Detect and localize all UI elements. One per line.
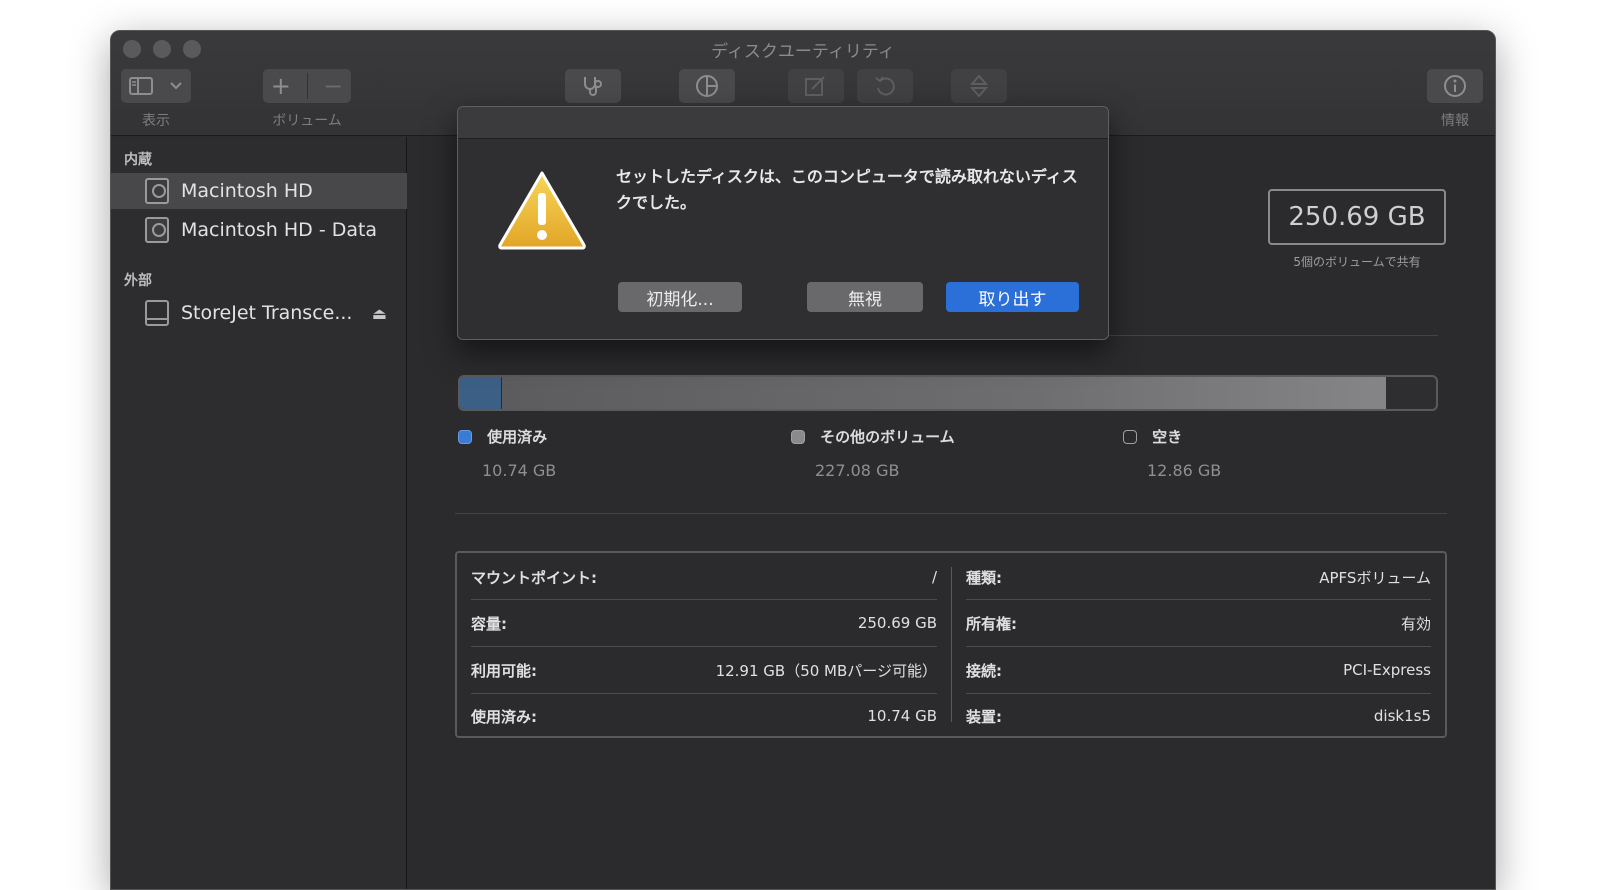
volume-segmented-control: + −	[263, 69, 351, 103]
sidebar-icon	[129, 77, 153, 95]
info-row-device: 装置: disk1s5	[966, 693, 1431, 739]
info-icon	[1444, 75, 1466, 97]
info-value: 有効	[1400, 614, 1431, 633]
legend-free-value: 12.86 GB	[1147, 461, 1222, 480]
usage-bar-other	[501, 377, 1387, 409]
info-row-used: 使用済み: 10.74 GB	[471, 693, 937, 739]
chevron-down-icon	[170, 82, 182, 90]
initialize-button[interactable]: 初期化...	[618, 282, 742, 312]
legend-other: その他のボリューム 227.08 GB	[791, 426, 955, 480]
window-title: ディスクユーティリティ	[711, 42, 895, 62]
legend-free: 空き 12.86 GB	[1123, 426, 1221, 480]
info-row-mount-point: マウントポイント: /	[471, 554, 937, 600]
sidebar-item-label: Macintosh HD	[181, 180, 313, 202]
info-value: 250.69 GB	[857, 614, 937, 632]
erase-icon	[805, 76, 825, 96]
internal-disk-icon	[145, 217, 169, 243]
info-row-ownership: 所有権: 有効	[966, 600, 1431, 646]
sidebar-item-macintosh-hd-data[interactable]: Macintosh HD - Data	[111, 212, 407, 248]
sidebar-item-macintosh-hd[interactable]: Macintosh HD	[111, 173, 407, 209]
info-button[interactable]	[1427, 69, 1483, 103]
info-value: 10.74 GB	[867, 707, 937, 725]
info-key: 所有権:	[966, 614, 1017, 633]
info-key: マウントポイント:	[471, 568, 597, 587]
eject-icon[interactable]: ⏏	[372, 304, 387, 323]
usage-bar	[458, 375, 1438, 411]
info-key: 装置:	[966, 707, 1002, 726]
external-disk-icon	[145, 300, 169, 326]
info-value: disk1s5	[1373, 707, 1431, 725]
legend-free-label: 空き	[1152, 428, 1183, 446]
legend-used-label: 使用済み	[487, 428, 548, 446]
legend-used: 使用済み 10.74 GB	[458, 426, 556, 480]
segment-divider	[306, 73, 308, 99]
info-row-type: 種類: APFSボリューム	[966, 554, 1431, 600]
internal-disk-icon	[145, 178, 169, 204]
info-key: 接続:	[966, 661, 1002, 680]
sidebar: 内蔵 Macintosh HD Macintosh HD - Data 外部 S…	[111, 137, 407, 889]
usage-bar-used	[460, 377, 502, 409]
restore-icon	[875, 76, 895, 96]
info-row-connection: 接続: PCI-Express	[966, 647, 1431, 693]
capacity-box: 250.69 GB	[1268, 189, 1446, 245]
info-right-column: 種類: APFSボリューム 所有権: 有効 接続: PCI-Express 装置…	[952, 553, 1445, 736]
view-button[interactable]	[121, 69, 191, 103]
volume-info-table: マウントポイント: / 容量: 250.69 GB 利用可能: 12.91 GB…	[455, 551, 1447, 738]
partition-button[interactable]	[679, 69, 735, 103]
legend-used-swatch	[458, 429, 472, 444]
sidebar-item-storejet[interactable]: StoreJet Transce... ⏏	[111, 295, 407, 331]
legend-other-value: 227.08 GB	[815, 461, 900, 480]
alert-message: セットしたディスクは、このコンピュータで読み取れないディスクでした。	[616, 167, 1078, 212]
volume-label: ボリューム	[272, 113, 342, 129]
first-aid-button[interactable]	[565, 69, 621, 103]
info-label: 情報	[1441, 113, 1469, 129]
info-value: 12.91 GB（50 MBパージ可能）	[715, 661, 937, 680]
warning-icon	[498, 171, 586, 250]
info-value: PCI-Express	[1343, 661, 1431, 679]
ignore-button[interactable]: 無視	[807, 282, 923, 312]
info-value: APFSボリューム	[1319, 568, 1431, 587]
legend-other-label: その他のボリューム	[820, 428, 955, 446]
view-label: 表示	[142, 113, 170, 129]
info-key: 利用可能:	[471, 661, 537, 680]
sidebar-item-label: StoreJet Transce...	[181, 302, 353, 324]
unmount-button[interactable]	[951, 69, 1007, 103]
info-row-capacity: 容量: 250.69 GB	[471, 600, 937, 646]
legend-other-swatch	[791, 429, 805, 444]
legend-used-value: 10.74 GB	[482, 461, 557, 480]
info-key: 種類:	[966, 568, 1002, 587]
unmount-icon	[969, 74, 989, 98]
info-row-available: 利用可能: 12.91 GB（50 MBパージ可能）	[471, 647, 937, 693]
legend-free-swatch	[1123, 429, 1137, 444]
alert-sheet-header	[458, 107, 1108, 139]
divider	[455, 513, 1447, 514]
minus-icon[interactable]: −	[323, 72, 343, 100]
info-value: /	[931, 568, 937, 586]
capacity-shared-note: 5個のボリュームで共有	[1293, 255, 1421, 269]
info-left-column: マウントポイント: / 容量: 250.69 GB 利用可能: 12.91 GB…	[457, 553, 951, 736]
disk-utility-window: ディスクユーティリティ 表示 + − ボリューム 情報 内蔵 Macintosh…	[110, 30, 1496, 890]
internal-section-header: 内蔵	[124, 152, 152, 168]
info-key: 容量:	[471, 614, 507, 633]
info-key: 使用済み:	[471, 707, 537, 726]
unreadable-disk-alert: セットしたディスクは、このコンピュータで読み取れないディスクでした。 初期化..…	[457, 106, 1109, 340]
erase-button[interactable]	[788, 69, 844, 103]
sidebar-item-label: Macintosh HD - Data	[181, 219, 378, 241]
stethoscope-icon	[584, 77, 602, 96]
pie-chart-icon	[696, 75, 718, 97]
plus-icon[interactable]: +	[271, 72, 291, 100]
restore-button[interactable]	[857, 69, 913, 103]
external-section-header: 外部	[124, 273, 152, 289]
eject-button[interactable]: 取り出す	[946, 282, 1079, 312]
